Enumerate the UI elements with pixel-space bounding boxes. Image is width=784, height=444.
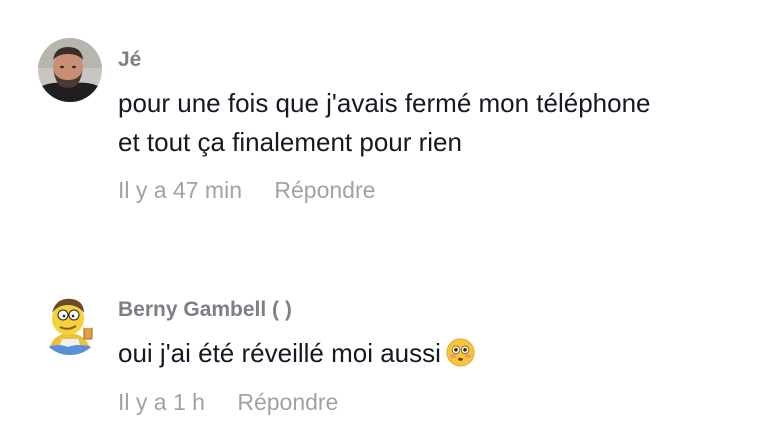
comment-text-line: oui j'ai été réveillé moi aussi bbox=[118, 334, 764, 373]
comment-timestamp: Il y a 47 min bbox=[118, 177, 242, 203]
comment-text: pour une fois que j'avais fermé mon télé… bbox=[118, 84, 764, 162]
user-avatar[interactable] bbox=[38, 38, 102, 102]
comment-meta: Il y a 1 h Répondre bbox=[118, 388, 764, 416]
flushed-face-emoji-icon bbox=[446, 338, 475, 367]
comment-body: Berny Gambell ( ) oui j'ai été réveillé … bbox=[118, 291, 764, 416]
comment-username[interactable]: Jé bbox=[118, 48, 764, 72]
reply-button[interactable]: Répondre bbox=[237, 388, 338, 416]
reply-button[interactable]: Répondre bbox=[274, 176, 375, 204]
comment-text-line: et tout ça finalement pour rien bbox=[118, 127, 462, 157]
comment-meta: Il y a 47 min Répondre bbox=[118, 176, 764, 204]
comment-body: Jé pour une fois que j'avais fermé mon t… bbox=[118, 38, 764, 204]
bearded-man-avatar-icon bbox=[38, 38, 102, 102]
comment-text-line: pour une fois que j'avais fermé mon télé… bbox=[118, 88, 651, 118]
comment-username[interactable]: Berny Gambell ( ) bbox=[118, 298, 764, 322]
comment-text-content: oui j'ai été réveillé moi aussi bbox=[118, 338, 441, 368]
comment-text: oui j'ai été réveillé moi aussi bbox=[118, 334, 764, 373]
cartoon-barney-avatar-icon bbox=[38, 291, 102, 355]
user-avatar[interactable] bbox=[38, 291, 102, 355]
comment-timestamp: Il y a 1 h bbox=[118, 389, 205, 415]
